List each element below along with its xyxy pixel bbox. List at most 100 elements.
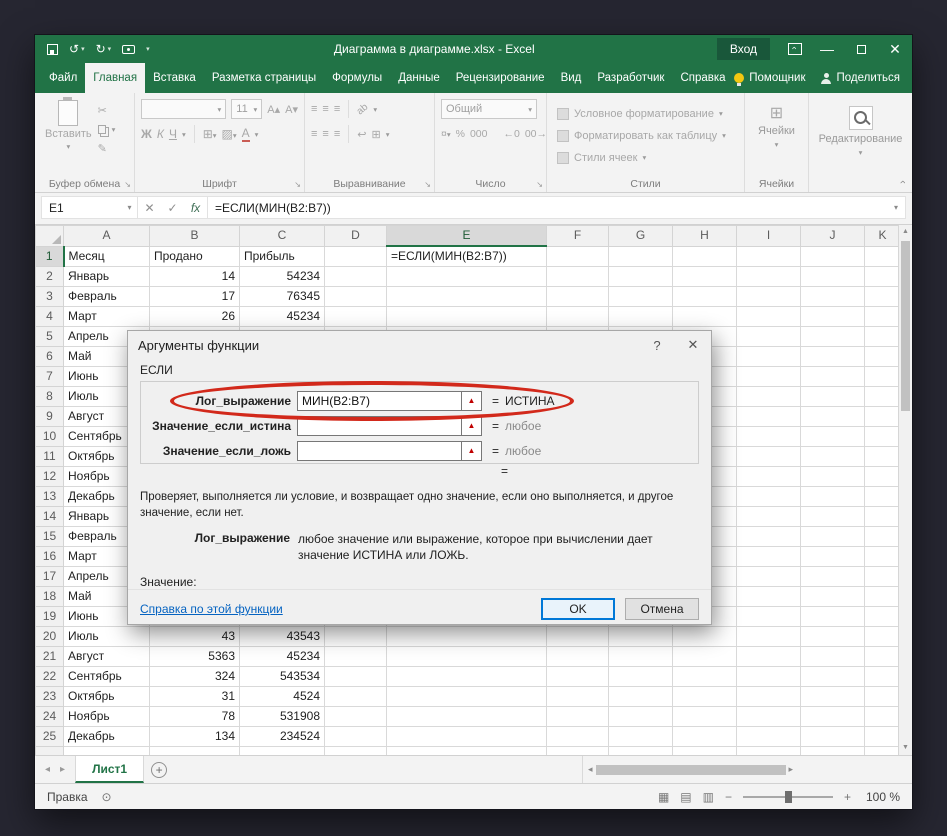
row-header-13[interactable]: 13 [35,486,64,507]
column-header-A[interactable]: A [63,225,150,247]
save-icon[interactable] [47,43,58,55]
number-format-combo[interactable]: Общий ▾ [441,99,537,119]
cell-K5[interactable] [864,326,901,347]
cell-I16[interactable] [736,546,801,567]
page-layout-view-icon[interactable]: ▤ [680,790,691,804]
cell-B21[interactable]: 5363 [149,646,240,667]
cell-J14[interactable] [800,506,865,527]
zoom-slider-thumb[interactable] [784,790,792,803]
collapse-ribbon-icon[interactable]: › [897,180,909,184]
row-header-2[interactable]: 2 [35,266,64,287]
insert-function-icon[interactable]: fx [184,201,207,215]
cell-A20[interactable]: Июль [63,626,150,647]
cell-Hfill[interactable] [672,746,737,755]
merge-center-icon[interactable]: ⊞ [371,128,380,141]
align-bottom-icon[interactable]: ≡ [334,103,340,115]
cell-A3[interactable]: Февраль [63,286,150,307]
cell-K17[interactable] [864,566,901,587]
cell-I8[interactable] [736,386,801,407]
name-box[interactable]: E1 [42,197,122,218]
cell-G23[interactable] [608,686,673,707]
cell-G21[interactable] [608,646,673,667]
tab-разработчик[interactable]: Разработчик [589,63,672,93]
increase-decimal-icon[interactable]: ←0 [503,128,519,140]
redo-icon[interactable]: ↻ ▾ [96,43,112,55]
tab-данные[interactable]: Данные [390,63,448,93]
cell-F4[interactable] [546,306,609,327]
range-picker-icon[interactable]: ▲ [462,390,482,411]
cell-K18[interactable] [864,586,901,607]
style-button[interactable]: Стили ячеек ▾ [553,148,738,167]
cell-E1[interactable]: =ЕСЛИ(МИН(B2:B7)) [386,246,547,267]
row-header-7[interactable]: 7 [35,366,64,387]
style-button[interactable]: Условное форматирование ▾ [553,104,738,123]
cell-H22[interactable] [672,666,737,687]
cell-K9[interactable] [864,406,901,427]
close-button[interactable]: ✕ [878,35,912,63]
zoom-level[interactable]: 100 % [862,790,900,804]
cell-J10[interactable] [800,426,865,447]
cell-I21[interactable] [736,646,801,667]
cell-J15[interactable] [800,526,865,547]
cell-A25[interactable]: Декабрь [63,726,150,747]
cell-G22[interactable] [608,666,673,687]
cell-B1[interactable]: Продано [149,246,240,267]
cell-J23[interactable] [800,686,865,707]
cell-K22[interactable] [864,666,901,687]
cell-K13[interactable] [864,486,901,507]
cell-I15[interactable] [736,526,801,547]
cell-J9[interactable] [800,406,865,427]
cell-J6[interactable] [800,346,865,367]
cancel-entry-icon[interactable]: ✕ [138,201,161,215]
cell-F21[interactable] [546,646,609,667]
cell-G1[interactable] [608,246,673,267]
cell-G3[interactable] [608,286,673,307]
zoom-in-icon[interactable]: + [844,790,851,804]
row-header-21[interactable]: 21 [35,646,64,667]
name-box-dropdown-icon[interactable]: ▾ [122,197,138,218]
cell-Kfill[interactable] [864,746,901,755]
bold-button[interactable]: Ж [141,127,152,141]
row-header-12[interactable]: 12 [35,466,64,487]
cell-J2[interactable] [800,266,865,287]
cell-K10[interactable] [864,426,901,447]
cell-K15[interactable] [864,526,901,547]
tab-file[interactable]: Файл [41,63,85,93]
cell-J17[interactable] [800,566,865,587]
cell-I19[interactable] [736,606,801,627]
fill-color-icon[interactable]: ▨▾ [222,127,237,141]
align-top-icon[interactable]: ≡ [311,103,317,115]
cell-H2[interactable] [672,266,737,287]
zoom-out-icon[interactable]: − [725,790,732,804]
cell-I6[interactable] [736,346,801,367]
cell-J22[interactable] [800,666,865,687]
sign-in-button[interactable]: Вход [716,38,770,60]
cell-F24[interactable] [546,706,609,727]
cell-K14[interactable] [864,506,901,527]
copy-button[interactable]: ▾ [97,121,115,137]
scroll-right-icon[interactable]: ▸ [789,764,794,775]
dialog-launcher-icon[interactable]: ↘ [536,180,543,189]
cell-J20[interactable] [800,626,865,647]
cell-C20[interactable]: 43543 [239,626,325,647]
cell-K6[interactable] [864,346,901,367]
cell-E4[interactable] [386,306,547,327]
dialog-launcher-icon[interactable]: ↘ [424,180,431,189]
tab-рецензирование[interactable]: Рецензирование [448,63,553,93]
macro-record-icon[interactable]: ⊙ [102,790,112,804]
cell-J8[interactable] [800,386,865,407]
cell-E20[interactable] [386,626,547,647]
cell-B24[interactable]: 78 [149,706,240,727]
row-header-16[interactable]: 16 [35,546,64,567]
tab-справка[interactable]: Справка [672,63,733,93]
cell-G2[interactable] [608,266,673,287]
cell-D4[interactable] [324,306,387,327]
font-size-combo[interactable]: 11 ▾ [231,99,263,119]
cell-A23[interactable]: Октябрь [63,686,150,707]
wrap-text-icon[interactable]: ↩ [357,128,366,141]
column-header-C[interactable]: C [239,225,325,247]
argument-input-3[interactable] [297,440,462,461]
cell-Bfill[interactable] [149,746,240,755]
enter-entry-icon[interactable]: ✓ [161,201,184,215]
column-header-G[interactable]: G [608,225,673,247]
